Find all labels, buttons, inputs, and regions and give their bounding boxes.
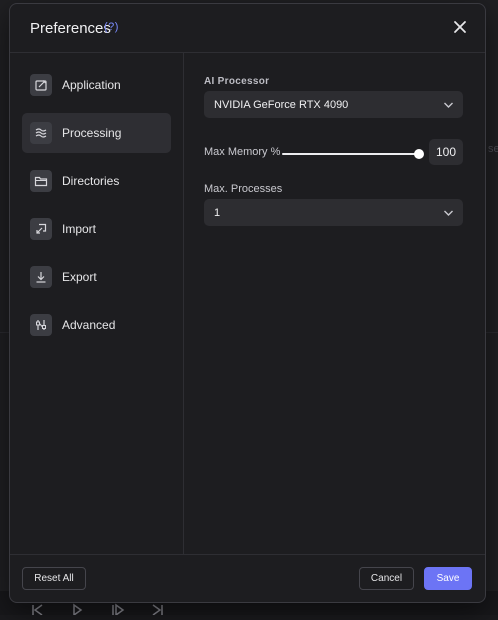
background-text-fragment: set [488,143,498,155]
help-link[interactable]: (?) [104,21,119,33]
preferences-sidebar: Application Processing Directories Impor… [10,53,184,554]
processing-panel: AI Processor NVIDIA GeForce RTX 4090 Max… [184,53,485,554]
dialog-header: Preferences (?) [10,4,485,53]
max-memory-input[interactable] [429,139,463,165]
ai-processor-select[interactable]: NVIDIA GeForce RTX 4090 [204,91,463,118]
import-icon [30,218,52,240]
dialog-title: Preferences [30,20,111,37]
play-icon[interactable] [68,601,86,617]
skip-forward-icon[interactable] [148,601,166,616]
sidebar-item-label: Directories [62,174,120,188]
folder-icon [30,170,52,192]
max-processes-label: Max. Processes [204,183,283,195]
ai-processor-label: AI Processor [204,76,270,87]
cancel-button[interactable]: Cancel [359,567,414,590]
max-processes-value: 1 [214,206,221,219]
close-icon [454,21,466,33]
skip-back-icon[interactable] [28,601,46,616]
slider-fill [282,153,419,155]
preferences-dialog: Preferences (?) Application Processing D… [9,3,486,603]
reset-all-button[interactable]: Reset All [22,567,86,590]
max-processes-select[interactable]: 1 [204,199,463,226]
dialog-footer: Reset All Cancel Save [10,554,485,602]
sidebar-item-directories[interactable]: Directories [22,161,171,201]
sidebar-item-label: Processing [62,126,122,140]
chevron-down-icon [444,102,453,108]
export-icon [30,266,52,288]
ai-processor-value: NVIDIA GeForce RTX 4090 [214,98,349,111]
max-memory-slider[interactable] [282,147,424,161]
sidebar-item-export[interactable]: Export [22,257,171,297]
step-forward-icon[interactable] [108,601,126,617]
chevron-down-icon [444,210,453,216]
advanced-icon [30,314,52,336]
processing-icon [30,122,52,144]
sidebar-item-label: Advanced [62,318,116,332]
application-icon [30,74,52,96]
save-button[interactable]: Save [424,567,472,590]
slider-thumb[interactable] [414,149,424,159]
sidebar-item-import[interactable]: Import [22,209,171,249]
sidebar-item-advanced[interactable]: Advanced [22,305,171,345]
sidebar-item-label: Export [62,270,97,284]
max-memory-label: Max Memory % [204,146,281,158]
close-button[interactable] [451,18,469,36]
sidebar-item-label: Application [62,78,121,92]
sidebar-item-label: Import [62,222,97,236]
sidebar-item-application[interactable]: Application [22,65,171,105]
sidebar-item-processing[interactable]: Processing [22,113,171,153]
